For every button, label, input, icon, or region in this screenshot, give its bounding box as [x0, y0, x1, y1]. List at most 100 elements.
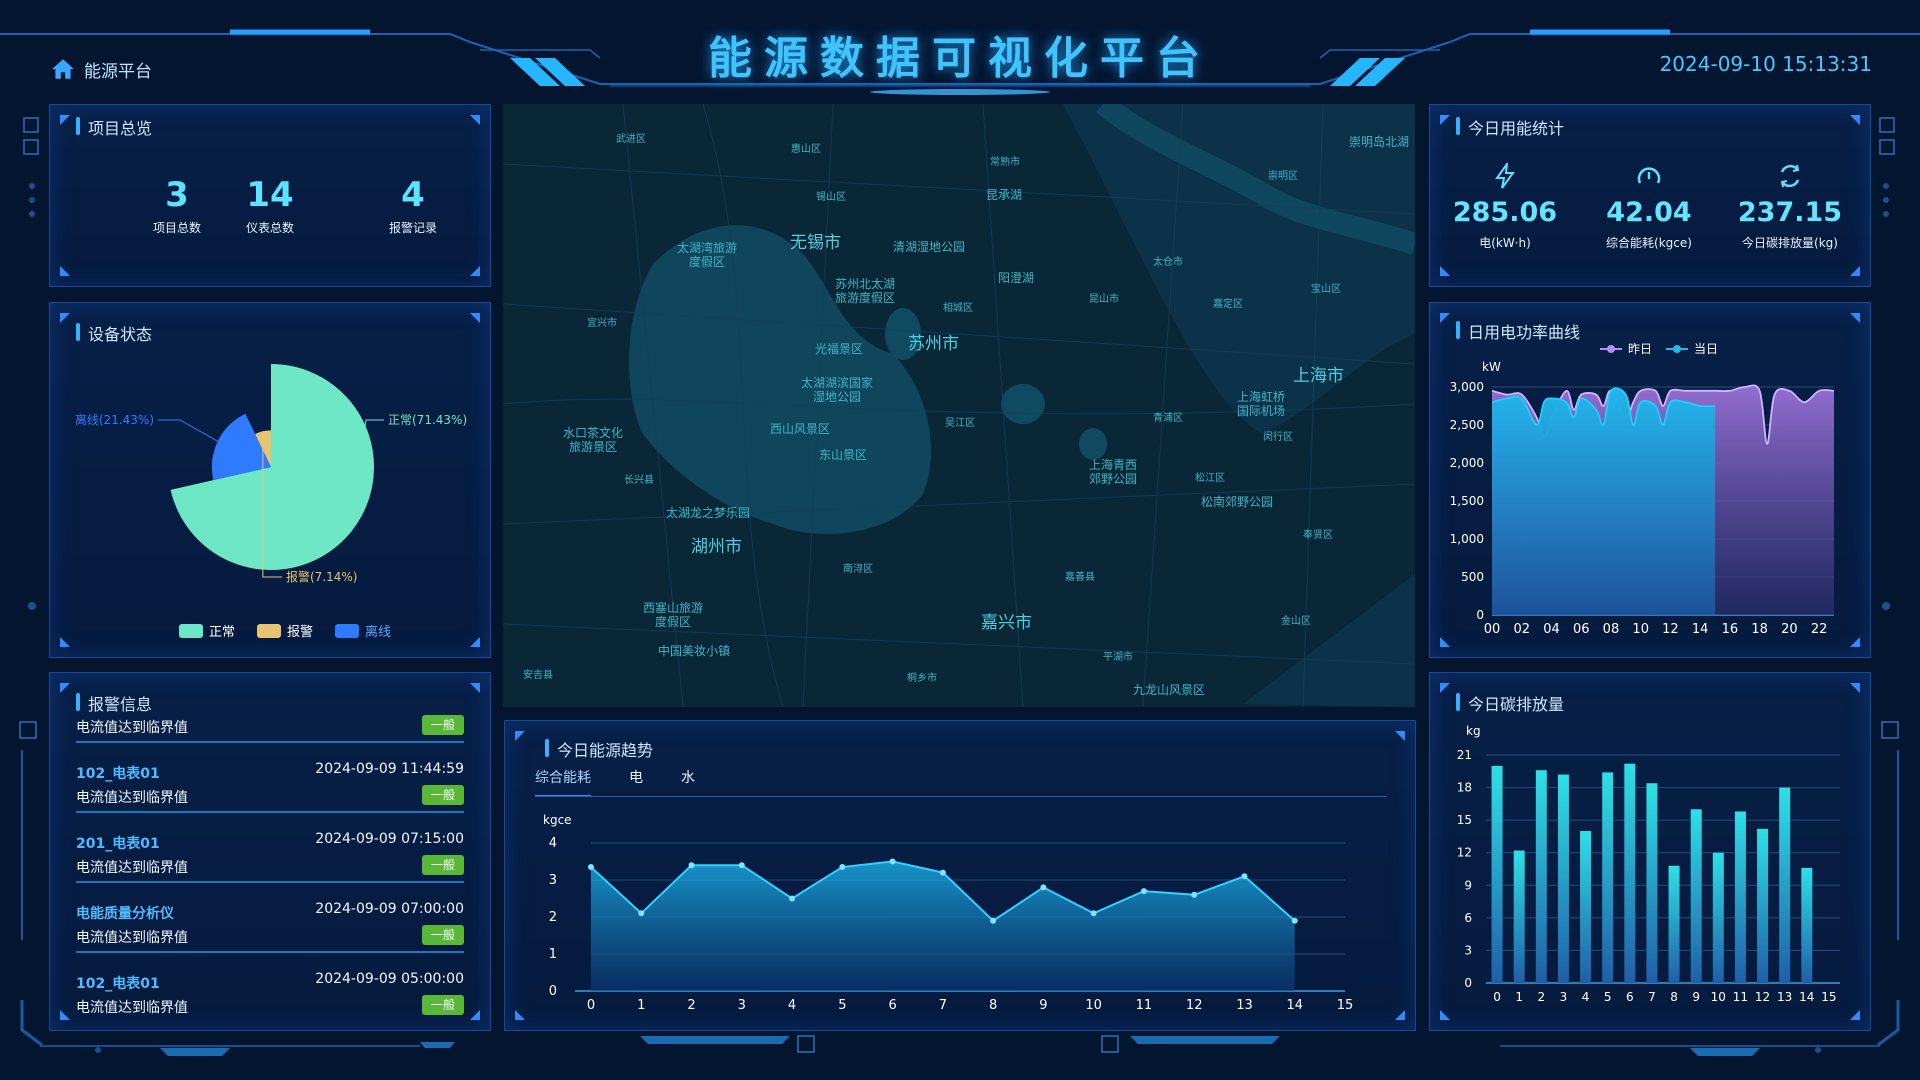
- map-label-district[interactable]: 宜兴市: [587, 314, 617, 329]
- panel-alarm-info: 报警信息 电流值达到临界值 一般 102_电表01 2024-09-09 11:…: [49, 672, 491, 1031]
- map-label-poi[interactable]: 太湖湖滨国家湿地公园: [797, 376, 877, 404]
- trend-point: [939, 869, 946, 876]
- map-label-city[interactable]: 湖州市: [691, 532, 742, 557]
- stat-total-energy: 42.04 综合能耗(kgce): [1574, 163, 1724, 251]
- x-tick-label: 18: [1751, 622, 1768, 637]
- alarm-item[interactable]: 102_电表01 2024-09-09 05:00:00 电流值达到临界值 一般: [76, 953, 464, 1018]
- x-tick-label: 7: [939, 998, 947, 1013]
- map-label-city[interactable]: 无锡市: [790, 228, 841, 253]
- map-label-district[interactable]: 长兴县: [624, 471, 654, 486]
- map-label-poi[interactable]: 西塞山旅游度假区: [641, 601, 705, 629]
- map-label-district[interactable]: 南浔区: [843, 560, 873, 575]
- gauge-icon: [1637, 167, 1661, 184]
- carbon-bar: [1646, 783, 1658, 983]
- map-label-poi[interactable]: 九龙山风景区: [1133, 681, 1205, 698]
- map-label-district[interactable]: 嘉善县: [1065, 568, 1095, 583]
- y-tick-label: 18: [1457, 781, 1472, 795]
- x-tick-label: 0: [1493, 990, 1501, 1004]
- map-label-district[interactable]: 金山区: [1281, 612, 1311, 627]
- y-tick-label: 1: [549, 947, 557, 962]
- trend-point: [638, 910, 645, 917]
- carbon-bar: [1602, 772, 1614, 983]
- map-label-poi[interactable]: 苏州北太湖旅游度假区: [833, 277, 897, 305]
- alarm-level-badge: 一般: [422, 925, 464, 945]
- map-label-poi[interactable]: 上海青西郊野公园: [1085, 458, 1141, 486]
- y-tick-label: 2,500: [1450, 418, 1484, 432]
- map-label-district[interactable]: 惠山区: [791, 140, 821, 155]
- map-label-district[interactable]: 松江区: [1195, 469, 1225, 484]
- map-label-poi[interactable]: 东山景区: [819, 446, 867, 463]
- map-label-district[interactable]: 武进区: [616, 130, 646, 145]
- carbon-bar: [1535, 770, 1547, 983]
- legend-item-alarm[interactable]: 报警: [257, 621, 313, 640]
- map-label-poi[interactable]: 崇明岛北湖: [1349, 133, 1409, 150]
- map-label-district[interactable]: 桐乡市: [907, 669, 937, 684]
- map-label-district[interactable]: 嘉定区: [1213, 295, 1243, 310]
- map-label-district[interactable]: 锡山区: [816, 188, 846, 203]
- x-tick-label: 02: [1513, 622, 1530, 637]
- map-label-district[interactable]: 闵行区: [1263, 428, 1293, 443]
- map-label-poi[interactable]: 阳澄湖: [998, 269, 1034, 286]
- side-decoration-right: [1877, 117, 1900, 1047]
- map-label-poi[interactable]: 松南郊野公园: [1201, 493, 1273, 510]
- map-label-district[interactable]: 常熟市: [990, 153, 1020, 168]
- stat-alarm-count: 4 报警记录: [388, 175, 437, 235]
- alarm-item[interactable]: 电流值达到临界值 一般: [76, 713, 464, 743]
- y-tick-label: 0: [1476, 608, 1484, 622]
- map-label-city[interactable]: 苏州市: [908, 329, 959, 354]
- map-label-poi[interactable]: 清湖湿地公园: [893, 238, 965, 255]
- map-label-poi[interactable]: 西山风景区: [770, 420, 830, 437]
- alarm-item[interactable]: 102_电表01 2024-09-09 11:44:59 电流值达到临界值 一般: [76, 743, 464, 813]
- carbon-bar: [1557, 774, 1569, 983]
- map-label-district[interactable]: 宝山区: [1311, 280, 1341, 295]
- map-label-district[interactable]: 安吉县: [523, 666, 553, 681]
- y-tick-label: 15: [1457, 813, 1472, 827]
- legend-item-normal[interactable]: 正常: [179, 621, 235, 640]
- trend-point: [789, 895, 796, 902]
- alarm-item[interactable]: 电能质量分析仪 2024-09-09 07:00:00 电流值达到临界值 一般: [76, 883, 464, 953]
- map-label-district[interactable]: 奉贤区: [1303, 526, 1333, 541]
- stat-electricity: 285.06 电(kW·h): [1430, 163, 1580, 251]
- panel-title: 报警信息: [76, 691, 152, 715]
- legend-marker: [1607, 345, 1615, 353]
- map-label-city[interactable]: 上海市: [1293, 361, 1344, 386]
- map-label-district[interactable]: 昆承湖: [986, 186, 1022, 203]
- legend-item-offline[interactable]: 离线: [335, 621, 391, 640]
- panel-device-status: 设备状态 正常(71.43%) 离线(21.43%) 报警(7.14%) 正常 报警…: [49, 302, 491, 658]
- map-label-poi[interactable]: 中国美妆小镇: [658, 642, 730, 659]
- map-label-district[interactable]: 吴江区: [945, 414, 975, 429]
- alarm-list[interactable]: 电流值达到临界值 一般 102_电表01 2024-09-09 11:44:59…: [76, 713, 464, 1018]
- map-label-district[interactable]: 相城区: [943, 299, 973, 314]
- map-label-city[interactable]: 嘉兴市: [981, 608, 1032, 633]
- trend-point: [588, 864, 594, 871]
- map-label-district[interactable]: 青浦区: [1153, 409, 1183, 424]
- legend-label: 昨日: [1628, 342, 1652, 356]
- map-label-district[interactable]: 平湖市: [1103, 648, 1133, 663]
- x-tick-label: 3: [738, 998, 746, 1013]
- lightning-icon: [1495, 163, 1515, 189]
- map-label-poi[interactable]: 光福景区: [815, 340, 863, 357]
- map-view[interactable]: 无锡市 苏州市 上海市 湖州市 嘉兴市 太湖湾旅游度假区 清湖湿地公园 苏州北太…: [503, 104, 1415, 707]
- alarm-item[interactable]: 201_电表01 2024-09-09 07:15:00 电流值达到临界值 一般: [76, 813, 464, 883]
- x-tick-label: 2: [1537, 990, 1545, 1004]
- x-tick-label: 8: [1670, 990, 1678, 1004]
- datetime: 2024-09-10 15:13:31: [1659, 52, 1872, 76]
- trend-point: [1040, 884, 1047, 891]
- trend-point: [1090, 910, 1097, 917]
- y-tick-label: 2,000: [1450, 456, 1484, 470]
- footer-decoration: [40, 1035, 1880, 1056]
- map-label-poi[interactable]: 水口茶文化旅游景区: [561, 426, 625, 454]
- carbon-bar: [1624, 763, 1636, 983]
- carbon-bar: [1491, 765, 1503, 983]
- map-label-district[interactable]: 太仓市: [1153, 253, 1183, 268]
- x-tick-label: 12: [1755, 990, 1770, 1004]
- home-link[interactable]: 能源平台: [50, 56, 152, 82]
- map-label-district[interactable]: 昆山市: [1089, 290, 1119, 305]
- stat-meter-count: 14 仪表总数: [245, 175, 294, 235]
- map-label-poi[interactable]: 太湖湾旅游度假区: [675, 241, 739, 269]
- map-label-district[interactable]: 崇明区: [1268, 167, 1298, 182]
- map-label-poi[interactable]: 上海虹桥国际机场: [1233, 390, 1289, 418]
- trend-point: [839, 864, 846, 871]
- map-label-poi[interactable]: 太湖龙之梦乐园: [666, 504, 750, 521]
- carbon-chart: 036912151821kg0 1 2 3 4 5 6 7 8 9 10 11 12 13 14 15: [1457, 724, 1840, 1004]
